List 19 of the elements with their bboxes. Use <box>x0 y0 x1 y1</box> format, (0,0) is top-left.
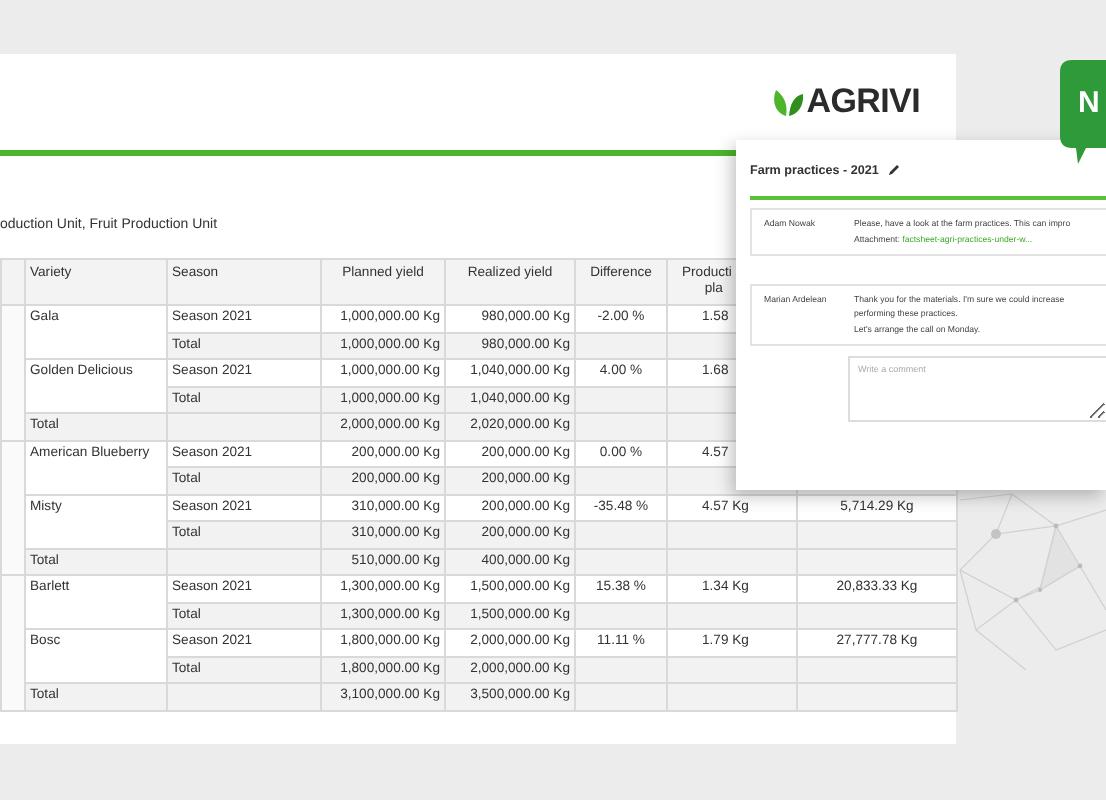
pencil-icon[interactable] <box>888 164 901 176</box>
speech-bubble <box>1060 60 1106 164</box>
leaf-logo-icon <box>772 87 805 117</box>
table-cell <box>667 683 797 710</box>
logo-text: AGRIVI <box>806 82 920 122</box>
table-cell <box>575 602 667 629</box>
table-cell <box>575 386 667 413</box>
table-cell <box>575 467 667 494</box>
table-cell <box>667 602 797 629</box>
table-cell <box>575 548 667 575</box>
table-cell <box>575 683 667 710</box>
table-cell <box>667 521 797 548</box>
table-cell <box>575 521 667 548</box>
table-cell <box>575 413 667 440</box>
table-cell <box>667 656 797 683</box>
table-cell <box>667 548 797 575</box>
table-cell <box>575 656 667 683</box>
bubble-text: N <box>1078 86 1100 120</box>
table-cell <box>575 332 667 359</box>
